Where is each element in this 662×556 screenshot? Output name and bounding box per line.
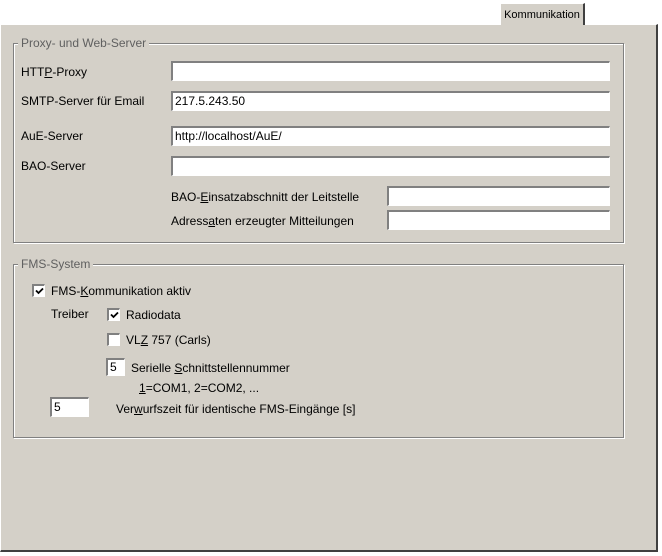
tab-kommunikation[interactable]: Kommunikation: [500, 3, 585, 28]
vlz-label-accel: Z: [140, 333, 149, 347]
bao-server-input[interactable]: [171, 156, 610, 176]
vlz-label-part: 757 (Carls): [148, 333, 211, 347]
aue-server-input[interactable]: http://localhost/AuE/: [171, 126, 610, 146]
bao-einsatz-input[interactable]: [387, 186, 610, 206]
radiodata-label[interactable]: Radiodata: [126, 308, 181, 322]
serial-port-hint-accel: 1: [139, 381, 146, 395]
check-icon: [35, 287, 44, 295]
verwurfszeit-label-part: urfszeit für identische FMS-Eingänge [s]: [142, 402, 356, 416]
serial-port-input[interactable]: 5: [106, 358, 125, 376]
http-proxy-label-part: -Proxy: [52, 65, 88, 79]
fms-aktiv-label[interactable]: FMS-Kommunikation aktiv: [51, 284, 191, 298]
verwurfszeit-input[interactable]: 5: [50, 397, 89, 417]
serial-port-label-part: chnittstellennummer: [182, 361, 290, 375]
serial-port-label: Serielle Schnittstellennummer: [131, 361, 290, 375]
vlz-label[interactable]: VLZ 757 (Carls): [126, 333, 211, 347]
bao-server-label: BAO-Server: [21, 159, 86, 173]
smtp-server-input[interactable]: 217.5.243.50: [171, 91, 610, 111]
fms-aktiv-checkbox[interactable]: [32, 284, 45, 297]
smtp-server-label: SMTP-Server für Email: [21, 94, 145, 108]
fms-aktiv-label-part: FMS-: [51, 284, 81, 298]
adressaten-input[interactable]: [387, 210, 610, 230]
bao-einsatz-label-part: BAO-: [171, 190, 201, 204]
serial-port-hint: 1=COM1, 2=COM2, ...: [139, 381, 259, 395]
treiber-label: Treiber: [51, 307, 89, 321]
bao-einsatz-label-part: insatzabschnitt der Leitstelle: [208, 190, 360, 204]
fms-aktiv-label-part: ommunikation aktiv: [88, 284, 192, 298]
fms-group-legend: FMS-System: [18, 257, 94, 271]
tab-label: Kommunikation: [504, 9, 580, 21]
http-proxy-label: HTTP-Proxy: [21, 65, 87, 79]
vlz-checkbox[interactable]: [107, 333, 120, 346]
serial-port-label-part: Serielle: [131, 361, 175, 375]
http-proxy-label-part: HTT: [21, 65, 45, 79]
adressaten-label: Adressaten erzeugter Mitteilungen: [171, 214, 354, 228]
http-proxy-input[interactable]: [171, 61, 610, 81]
verwurfszeit-label-part: Ver: [116, 402, 135, 416]
verwurfszeit-label-accel: w: [134, 402, 143, 416]
bao-einsatz-label: BAO-Einsatzabschnitt der Leitstelle: [171, 190, 359, 204]
serial-port-hint-text: =COM1, 2=COM2, ...: [145, 381, 260, 395]
proxy-group-legend: Proxy- und Web-Server: [18, 36, 150, 50]
vlz-label-part: VL: [126, 333, 141, 347]
adressaten-label-part: Adress: [171, 214, 209, 228]
radiodata-checkbox[interactable]: [107, 308, 120, 321]
aue-server-label: AuE-Server: [21, 129, 84, 143]
adressaten-label-part: ten erzeugter Mitteilungen: [215, 214, 354, 228]
verwurfszeit-label: Verwurfszeit für identische FMS-Eingänge…: [116, 402, 355, 416]
check-icon: [110, 311, 119, 319]
